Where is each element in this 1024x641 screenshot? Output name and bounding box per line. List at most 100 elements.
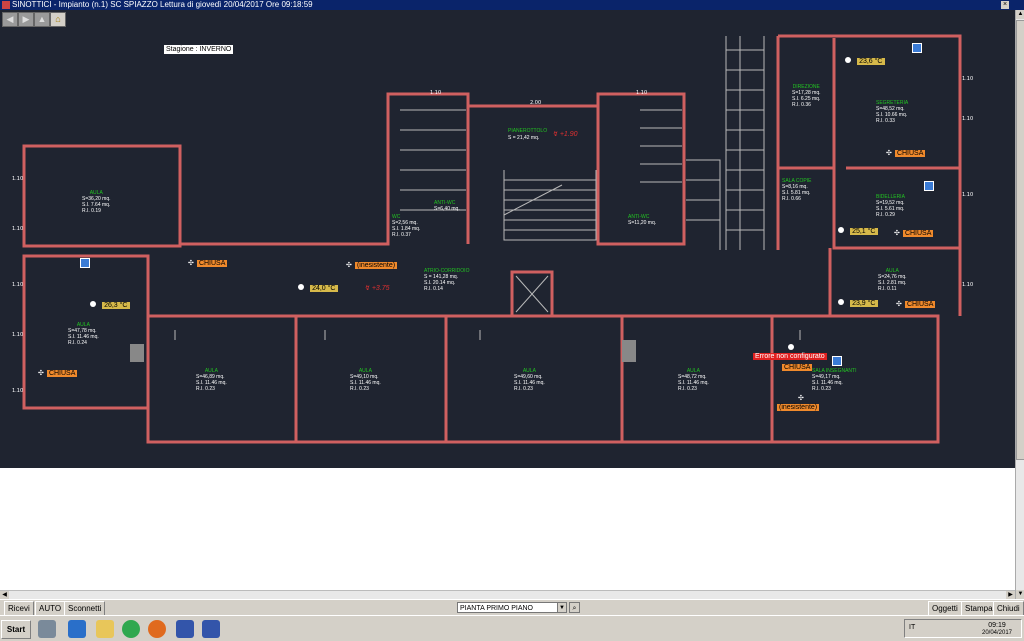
valve-icon: ✣: [894, 230, 900, 237]
scroll-thumb[interactable]: [1016, 20, 1024, 460]
elevator-cross: [515, 275, 549, 313]
sensor-aula-w[interactable]: 26,3 °C: [90, 298, 130, 310]
svg-text:1.10: 1.10: [12, 226, 23, 232]
app-window-icon[interactable]: [176, 620, 194, 638]
start-button[interactable]: Start: [1, 620, 31, 639]
valve-icon: ✣: [896, 301, 902, 308]
status-badge: CHIUSA: [894, 150, 926, 157]
room-label-aula-s1: AULA S=46,89 mq. S.I. 11.46 mq. R.I. 0.2…: [196, 368, 227, 392]
svg-text:1.10: 1.10: [962, 116, 973, 122]
oggetti-button[interactable]: Oggetti: [928, 601, 962, 616]
thermometer-icon: [90, 301, 96, 307]
room-label-direzione: DIREZIONE S=17,28 mq. S.I. 6.25 mq. R.I.…: [792, 84, 821, 108]
svg-text:1.10: 1.10: [962, 76, 973, 82]
floor-plan-drawing: 1.10 1.10 1.10 1.10 1.10 1.10 1.10 1.10 1.10 1…: [12, 34, 973, 444]
scroll-up-arrow-icon[interactable]: ▲: [1016, 10, 1024, 19]
temp-badge: 25,1 °C: [850, 228, 878, 235]
pillar-2: [130, 344, 144, 362]
clock-time[interactable]: 09:19: [977, 622, 1017, 629]
network-icon[interactable]: [38, 620, 56, 638]
room-label-segreteria: SEGRETERIA S=48,52 mq. S.I. 10.66 mq. R.…: [876, 100, 909, 124]
fan-coil-icon[interactable]: [80, 258, 90, 268]
language-indicator[interactable]: IT: [909, 624, 915, 631]
window-close-button[interactable]: ×: [1001, 1, 1009, 9]
view-select[interactable]: PIANTA PRIMO PIANO: [457, 602, 565, 613]
window-titlebar: SINOTTICI - Impianto (n.1) SC SPIAZZO Le…: [0, 0, 1024, 10]
stampa-button[interactable]: Stampa: [961, 601, 997, 616]
status-badge: (inesistente): [354, 262, 398, 269]
valve-corridor-left[interactable]: ✣ CHIUSA: [188, 256, 228, 268]
svg-text:1.10: 1.10: [962, 282, 973, 288]
room-label-aula-s2: AULA S=49,10 mq. S.I. 11.46 mq. R.I. 0.2…: [350, 368, 381, 392]
clock-date[interactable]: 20/04/2017: [977, 630, 1017, 636]
ricevi-button[interactable]: Ricevi: [4, 601, 34, 616]
svg-text:2.00: 2.00: [530, 100, 541, 106]
sensor-aula-e[interactable]: 23,9 °C: [838, 296, 878, 308]
service-stair: [686, 159, 721, 250]
room-label-aula-w: AULA S=47,78 mq. S.I. 11.46 mq. R.I. 0.2…: [68, 322, 99, 346]
scroll-down-arrow-icon[interactable]: ▼: [1016, 590, 1024, 599]
svg-text:1.10: 1.10: [12, 332, 23, 338]
fan-coil-icon[interactable]: [924, 181, 934, 191]
auto-button[interactable]: AUTO: [35, 601, 66, 616]
chiudi-button[interactable]: Chiudi: [993, 601, 1024, 616]
temp-badge: 23,6 °C: [857, 58, 885, 65]
thermometer-icon: [845, 57, 851, 63]
status-badge-inesistente[interactable]: (inesistente): [777, 404, 820, 411]
thermometer-icon: [788, 344, 794, 350]
firefox-icon[interactable]: [148, 620, 166, 638]
valve-bidelleria[interactable]: ✣ CHIUSA: [894, 226, 934, 238]
temp-badge: 24,0 °C: [310, 285, 338, 292]
valve-aula-w[interactable]: ✣ CHIUSA: [38, 366, 78, 378]
svg-text:1.10: 1.10: [12, 176, 23, 182]
status-badge: CHIUSA: [46, 370, 78, 377]
valve-aula-e[interactable]: ✣ CHIUSA: [896, 297, 936, 309]
chrome-icon[interactable]: [122, 620, 140, 638]
valve-segreteria[interactable]: ✣ CHIUSA: [886, 146, 926, 158]
valve-icon: ✣: [886, 150, 892, 157]
blank-area: [0, 468, 1015, 590]
bottom-toolbar: Ricevi AUTO Sconnetti PIANTA PRIMO PIANO…: [0, 599, 1024, 616]
system-tray: IT 09:19 20/04/2017: [904, 619, 1022, 638]
room-label-aula-nw: AULA S=36,20 mq. S.I. 7.64 mq. R.I. 0.19: [82, 190, 111, 214]
sensor-corridor[interactable]: 24,0 °C: [298, 281, 338, 293]
svg-text:1.10: 1.10: [12, 388, 23, 394]
thermometer-icon: [838, 227, 844, 233]
fan-coil-icon[interactable]: [912, 43, 922, 53]
room-label-wc: WC S=2,56 mq. S.I. 1.84 mq. R.I. 0.37: [392, 214, 421, 238]
wc-partitions-right: [640, 109, 682, 183]
status-badge[interactable]: CHIUSA: [782, 364, 813, 371]
stair-treads: [503, 170, 597, 241]
room-label-anti-wc-right: ANTI-WC S=11,20 mq.: [628, 214, 657, 226]
svg-text:1.10: 1.10: [430, 90, 441, 96]
chevron-down-icon[interactable]: ▼: [557, 602, 567, 613]
vertical-scrollbar[interactable]: ▲ ▼: [1015, 10, 1024, 600]
temp-badge: 23,9 °C: [850, 300, 878, 307]
wc-partitions-left: [400, 109, 466, 211]
pillar-1: [622, 340, 636, 362]
window-title: SINOTTICI - Impianto (n.1) SC SPIAZZO Le…: [12, 0, 313, 9]
east-stair: [725, 36, 765, 250]
room-label-atrio: ATRIO-CORRIDOIO S = 141,28 mq. S.I. 20.1…: [424, 268, 470, 292]
powershell-icon[interactable]: [68, 620, 86, 638]
room-label-bidelleria: BIDELLERIA S=19,52 mq. S.I. 5.61 mq. R.I…: [876, 194, 905, 218]
thermometer-icon: [838, 299, 844, 305]
room-label-pianerottolo: PIANEROTTOLO S = 21,42 mq.: [508, 128, 548, 141]
svg-text:1.10: 1.10: [636, 90, 647, 96]
valve-corridor[interactable]: ✣ (inesistente): [346, 258, 398, 270]
sensor-segreteria[interactable]: 23,6 °C: [845, 54, 885, 66]
room-label-aula-e: AULA S=24,76 mq. S.I. 2.81 mq. R.I. 0.11: [878, 268, 907, 292]
fan-coil-icon[interactable]: [832, 356, 842, 366]
valve-icon: ✣: [346, 262, 352, 269]
sconnetti-button[interactable]: Sconnetti: [64, 601, 106, 616]
wall-east-wing: [776, 34, 962, 316]
room-label-anti-wc-left: ANTI-WC S=6,40 mq.: [434, 200, 460, 212]
thermometer-icon: [298, 284, 304, 290]
zoom-icon[interactable]: ⌕: [569, 602, 580, 613]
room-label-aula-s3: AULA S=49,60 mq. S.I. 11.46 mq. R.I. 0.2…: [514, 368, 545, 392]
sensor-bidelleria[interactable]: 25,1 °C: [838, 224, 878, 236]
folder-icon[interactable]: [96, 620, 114, 638]
taskbar: Start IT 09:19 20/04/2017: [0, 615, 1024, 641]
valve-icon: ✣: [188, 260, 194, 267]
app-window-icon[interactable]: [202, 620, 220, 638]
